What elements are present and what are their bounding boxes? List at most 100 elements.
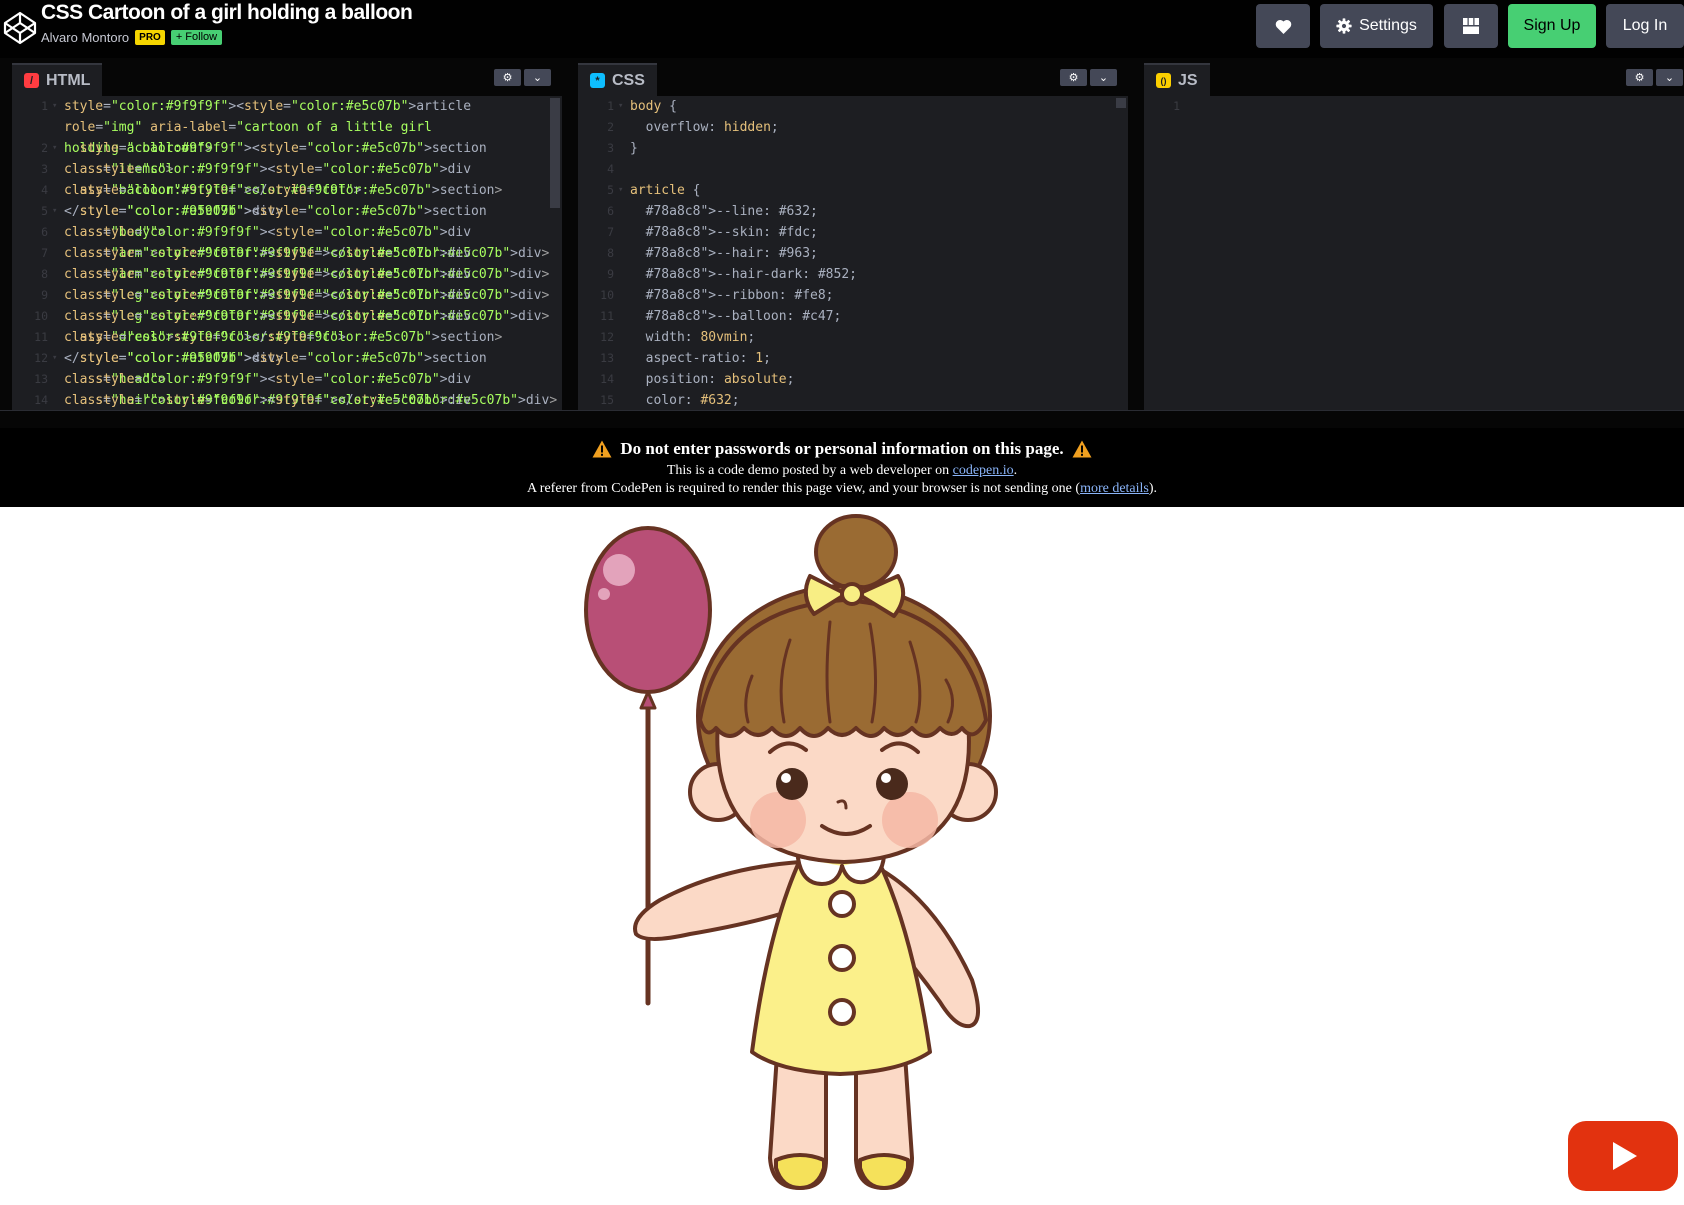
code-text: style="color:#9f9f9f"><style="color:#e5c… [64, 225, 550, 261]
js-tab-label: JS [1178, 71, 1198, 89]
balloon-knot [639, 690, 657, 710]
fold-marker [618, 243, 630, 264]
youtube-play-button[interactable] [1567, 1120, 1679, 1192]
html-icon: / [24, 73, 39, 88]
gear-icon: ⚙ [502, 72, 513, 84]
codepen-logo-icon[interactable] [2, 10, 38, 46]
sign-up-button[interactable]: Sign Up [1508, 4, 1596, 48]
code-line: 13 aspect-ratio: 1; [578, 348, 1128, 369]
shoe-left [774, 1153, 826, 1190]
fold-marker [52, 264, 64, 285]
editor-divider-1[interactable] [562, 58, 578, 410]
settings-label: Settings [1359, 17, 1417, 34]
css-editor-tab[interactable]: * CSS [578, 63, 657, 96]
fold-marker [618, 348, 630, 369]
fold-marker [618, 264, 630, 285]
gear-icon: ⚙ [1634, 72, 1645, 84]
fold-marker [618, 201, 630, 222]
code-line: 13 style="color:#9f9f9f"><style="color:#… [12, 369, 562, 408]
author-row: Alvaro Montoro PRO + Follow [41, 29, 223, 45]
css-settings-button[interactable]: ⚙ [1060, 69, 1087, 86]
eye-right [876, 768, 908, 800]
warning-icon [1072, 440, 1092, 458]
html-scrollbar[interactable] [550, 98, 560, 208]
js-code-area[interactable]: 1 [1144, 96, 1684, 410]
fold-marker [52, 390, 64, 410]
author-name[interactable]: Alvaro Montoro [41, 30, 129, 45]
fold-marker [52, 285, 64, 306]
code-line: 1 [1144, 96, 1684, 117]
line-number: 1 [41, 99, 48, 113]
css-editor-header: * CSS ⚙ ⌄ [578, 58, 1128, 96]
more-details-link[interactable]: more details [1080, 481, 1149, 496]
code-line: 10 #78a8c8">--ribbon: #fe8; [578, 285, 1128, 306]
fold-marker [52, 369, 64, 390]
code-line: 14 style="color:#9f9f9f"><style="color:#… [12, 390, 562, 410]
code-line: 7 style="color:#9f9f9f"><style="color:#e… [12, 243, 562, 282]
change-view-button[interactable] [1444, 4, 1498, 48]
code-line: 10 style="color:#9f9f9f"><style="color:#… [12, 306, 562, 366]
editor-area: / HTML ⚙ ⌄ 1 ▾ style="color:#9f9f9f"><styl… [0, 58, 1684, 410]
line-number: 3 [41, 162, 48, 176]
pen-title[interactable]: CSS Cartoon of a girl holding a balloon [41, 1, 413, 25]
code-text: position: absolute; [630, 372, 795, 387]
fold-marker [618, 327, 630, 348]
js-icon: () [1156, 73, 1171, 88]
css-scrollbar[interactable] [1116, 98, 1126, 108]
code-text: color: #632; [630, 393, 740, 408]
line-number: 9 [41, 288, 48, 302]
line-number: 2 [41, 141, 48, 155]
line-number: 6 [607, 204, 614, 218]
cheek-left [750, 792, 806, 848]
fold-marker[interactable]: ▾ [618, 180, 630, 201]
fold-marker [618, 369, 630, 390]
log-in-button[interactable]: Log In [1606, 4, 1684, 48]
editor-resize-bar[interactable] [0, 410, 1684, 428]
html-collapse-button[interactable]: ⌄ [524, 69, 551, 86]
fold-marker[interactable]: ▾ [52, 138, 64, 159]
code-text: style="color:#9f9f9f"><style="color:#e5c… [64, 372, 558, 408]
line-number: 4 [607, 162, 614, 176]
warning-title-row: Do not enter passwords or personal infor… [0, 439, 1684, 459]
code-text: #78a8c8">--skin: #fdc; [645, 225, 818, 240]
js-settings-button[interactable]: ⚙ [1626, 69, 1653, 86]
preview-pane [0, 507, 1684, 1205]
code-line: 1 ▾ body { [578, 96, 1128, 117]
fold-marker[interactable]: ▾ [618, 96, 630, 117]
css-collapse-button[interactable]: ⌄ [1090, 69, 1117, 86]
warning-title: Do not enter passwords or personal infor… [620, 439, 1064, 458]
html-code-area[interactable]: 1 ▾ style="color:#9f9f9f"><style="color:#e… [12, 96, 562, 410]
fold-marker [52, 222, 64, 243]
code-line: 6 #78a8c8">--line: #632; [578, 201, 1128, 222]
js-editor: () JS ⚙ ⌄ 1 [1144, 58, 1684, 410]
css-code-area[interactable]: 1 ▾ body {2 overflow: hidden; 3} 4 5 ▾ article … [578, 96, 1128, 410]
html-settings-button[interactable]: ⚙ [494, 69, 521, 86]
fold-marker[interactable]: ▾ [52, 201, 64, 222]
js-editor-tab[interactable]: () JS [1144, 63, 1210, 96]
editor-divider-2[interactable] [1128, 58, 1144, 410]
html-editor: / HTML ⚙ ⌄ 1 ▾ style="color:#9f9f9f"><styl… [12, 58, 562, 410]
warning-line-1: This is a code demo posted by a web deve… [0, 463, 1684, 479]
pro-badge[interactable]: PRO [135, 29, 165, 45]
follow-button[interactable]: + Follow [170, 29, 223, 45]
html-editor-tab[interactable]: / HTML [12, 63, 103, 96]
code-line: 7 #78a8c8">--skin: #fdc; [578, 222, 1128, 243]
line-number: 5 [607, 183, 614, 197]
settings-button[interactable]: Settings [1320, 4, 1433, 48]
code-text: #78a8c8">--balloon: #c47; [645, 309, 842, 324]
layout-grid-icon [1463, 18, 1479, 34]
code-line: 1 ▾ style="color:#9f9f9f"><style="color:#e… [12, 96, 562, 156]
chevron-down-icon: ⌄ [1098, 72, 1109, 84]
line-number: 13 [600, 351, 614, 365]
code-line: 8 #78a8c8">--hair: #963; [578, 243, 1128, 264]
code-line: 12 width: 80vmin; [578, 327, 1128, 348]
code-line: 6 style="color:#9f9f9f"><style="color:#e… [12, 222, 562, 261]
fold-marker[interactable]: ▾ [52, 348, 64, 369]
love-button[interactable] [1256, 4, 1310, 48]
js-collapse-button[interactable]: ⌄ [1656, 69, 1683, 86]
balloon [584, 526, 712, 694]
fold-marker[interactable]: ▾ [52, 96, 64, 138]
code-line: 2 overflow: hidden; [578, 117, 1128, 138]
codepen-link[interactable]: codepen.io [953, 463, 1014, 478]
code-text: article { [630, 183, 701, 198]
